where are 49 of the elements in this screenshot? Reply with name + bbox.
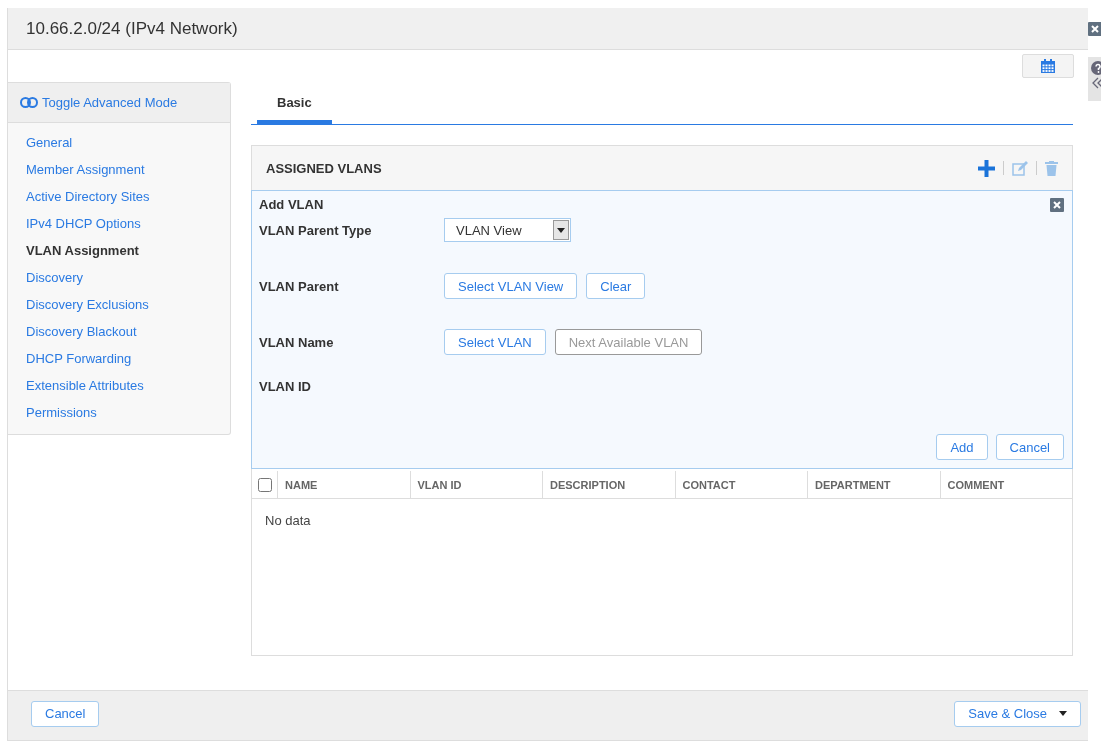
- tab[interactable]: Basic: [257, 84, 332, 124]
- double-chevron-icon: [1091, 77, 1101, 89]
- plus-icon: [978, 159, 995, 177]
- sidebar-item[interactable]: IPv4 DHCP Options: [26, 210, 230, 237]
- sidebar-item[interactable]: Discovery: [26, 264, 230, 291]
- sidebar-item[interactable]: Discovery Blackout: [26, 318, 230, 345]
- vlan-parent-type-select[interactable]: VLAN View: [444, 218, 571, 242]
- sidebar-item[interactable]: DHCP Forwarding: [26, 345, 230, 372]
- form-button[interactable]: Select VLAN View: [444, 273, 578, 299]
- caret-icon: [1059, 711, 1067, 716]
- calendar-icon: [1041, 59, 1055, 73]
- select-all-checkbox[interactable]: [257, 477, 272, 492]
- help-icon: [1090, 61, 1101, 75]
- edit-icon: [1012, 160, 1028, 176]
- sidebar-item[interactable]: Discovery Exclusions: [26, 291, 230, 318]
- column-header: VLAN ID: [410, 471, 543, 498]
- sidebar-item[interactable]: VLAN Assignment: [26, 237, 230, 264]
- form-button[interactable]: Select VLAN: [444, 329, 546, 355]
- form-action-button[interactable]: Cancel: [995, 434, 1064, 460]
- caret-icon: [557, 227, 565, 233]
- field-label: VLAN Name: [259, 334, 335, 350]
- form-title: Add VLAN: [259, 197, 324, 212]
- sidebar-item[interactable]: Permissions: [26, 399, 230, 426]
- column-header: COMMENT: [946, 477, 1006, 493]
- column-header: NAME: [278, 471, 411, 498]
- empty-message: No data: [265, 513, 311, 528]
- field-label: VLAN ID: [259, 378, 312, 394]
- field-label: VLAN Parent Type: [259, 222, 373, 238]
- sidebar-item[interactable]: Member Assignment: [26, 156, 230, 183]
- field-label: VLAN Parent: [259, 278, 340, 294]
- form-action-button[interactable]: Add: [936, 434, 988, 460]
- cancel-button[interactable]: Cancel: [31, 700, 100, 727]
- toggle-advanced-mode-button[interactable]: Toggle Advanced Mode: [8, 83, 230, 123]
- window-title: 10.66.2.0/24 (IPv4 Network): [26, 18, 238, 39]
- sidebar-item[interactable]: Active Directory Sites: [26, 183, 230, 210]
- add-button[interactable]: [978, 159, 995, 177]
- form-button[interactable]: Clear: [586, 273, 646, 299]
- calendar-button[interactable]: [1022, 54, 1074, 78]
- toggle-icon: [20, 97, 38, 108]
- help-tab[interactable]: [1087, 57, 1101, 101]
- column-header: DESCRIPTION: [543, 471, 676, 498]
- save-close-button[interactable]: Save & Close: [954, 700, 1081, 727]
- trash-icon: [1045, 160, 1058, 176]
- sidebar-item[interactable]: Extensible Attributes: [26, 372, 230, 399]
- sidebar-item[interactable]: General: [26, 129, 230, 156]
- close-icon[interactable]: [1050, 197, 1064, 212]
- section-title: ASSIGNED VLANS: [266, 160, 382, 176]
- column-header: CONTACT: [675, 471, 808, 498]
- column-header: DEPARTMENT: [808, 471, 941, 498]
